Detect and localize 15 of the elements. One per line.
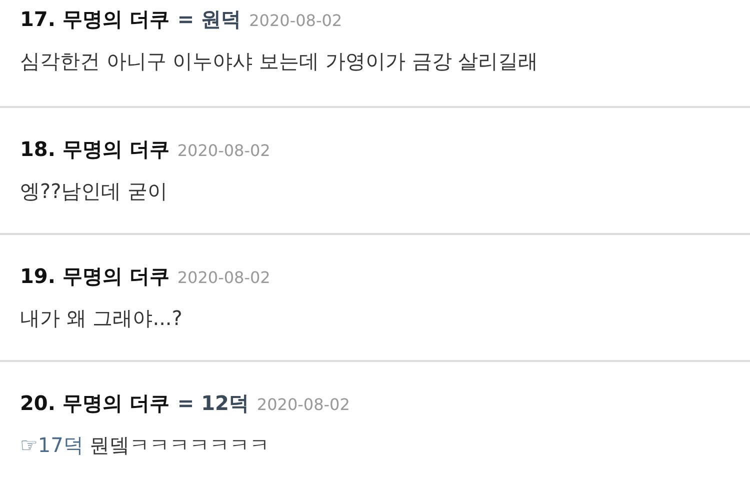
comment-author: 18. 무명의 더쿠 [20, 136, 170, 163]
comment-author: 20. 무명의 더쿠 [20, 390, 170, 417]
comment-text: 내가 왜 그래야...? [20, 306, 182, 330]
comment-tag: = 원덕 [177, 6, 242, 33]
reply-link[interactable]: ☞17덕 [20, 433, 84, 457]
comment-date: 2020-08-02 [177, 268, 270, 287]
comment-tag: = 12덕 [177, 390, 249, 417]
comment-text: 엥??남인데 굳이 [20, 179, 168, 203]
comment-text: 심각한건 아니구 이누야샤 보는데 가영이가 금강 살리길래 [20, 49, 538, 73]
comment-date: 2020-08-02 [256, 395, 350, 414]
comment-author: 19. 무명의 더쿠 [20, 263, 170, 290]
comment-text: 뭔뎈ㅋㅋㅋㅋㅋㅋㅋ [88, 433, 270, 457]
comment-date: 2020-08-02 [177, 141, 270, 160]
comment-date: 2020-08-02 [249, 11, 342, 30]
comment-author: 17. 무명의 더쿠 [20, 6, 170, 33]
